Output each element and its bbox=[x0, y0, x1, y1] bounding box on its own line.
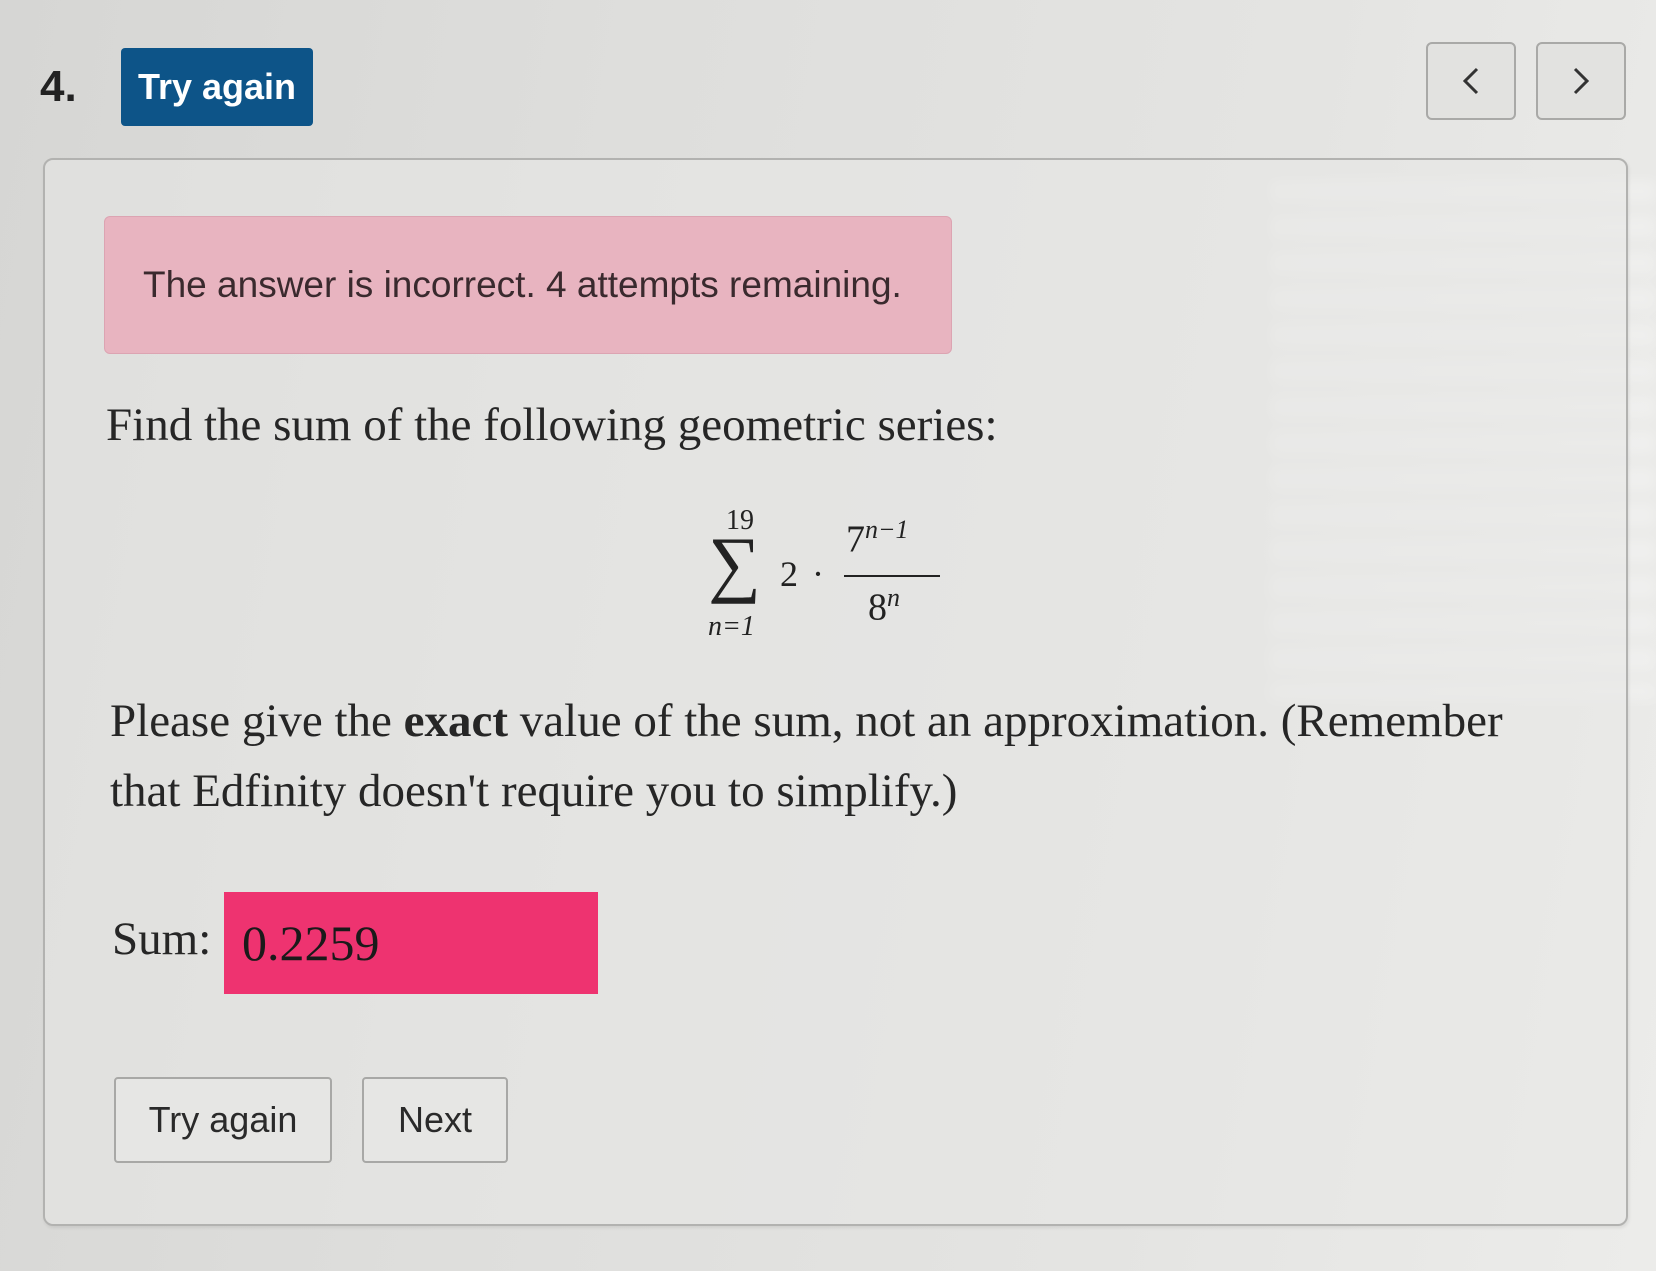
denominator-exponent: n bbox=[887, 583, 900, 612]
problem-prompt: Find the sum of the following geometric … bbox=[106, 399, 998, 451]
fraction-numerator: 7n−1 bbox=[846, 515, 909, 562]
try-again-button[interactable]: Try again bbox=[114, 1077, 332, 1163]
series-expression: 19 ∑ n=1 2 · 7n−1 8n bbox=[700, 505, 950, 645]
next-question-button[interactable] bbox=[1536, 42, 1626, 120]
question-number: 4. bbox=[40, 62, 77, 111]
feedback-alert: The answer is incorrect. 4 attempts rema… bbox=[104, 216, 952, 354]
sum-label: Sum: bbox=[112, 913, 212, 965]
previous-question-button[interactable] bbox=[1426, 42, 1516, 120]
sum-answer-input[interactable] bbox=[224, 892, 598, 994]
feedback-message: The answer is incorrect. 4 attempts rema… bbox=[143, 264, 902, 305]
chevron-right-icon bbox=[1573, 67, 1590, 95]
try-again-status-button[interactable]: Try again bbox=[121, 48, 313, 126]
instruction-text-start: Please give the bbox=[110, 695, 404, 747]
sigma-symbol: ∑ bbox=[708, 523, 761, 605]
fraction-bar bbox=[844, 575, 940, 577]
chevron-left-icon bbox=[1462, 67, 1479, 95]
denominator-base: 8 bbox=[868, 586, 887, 629]
instruction-emphasis: exact bbox=[403, 695, 509, 747]
fraction-denominator: 8n bbox=[868, 583, 900, 630]
next-button[interactable]: Next bbox=[362, 1077, 508, 1163]
numerator-exponent: n−1 bbox=[865, 515, 909, 544]
series-coefficient: 2 bbox=[780, 554, 798, 594]
multiply-dot: · bbox=[812, 554, 824, 594]
sum-lower-limit: n=1 bbox=[708, 611, 755, 642]
numerator-base: 7 bbox=[846, 518, 865, 561]
problem-instruction: Please give the exact value of the sum, … bbox=[110, 686, 1560, 826]
